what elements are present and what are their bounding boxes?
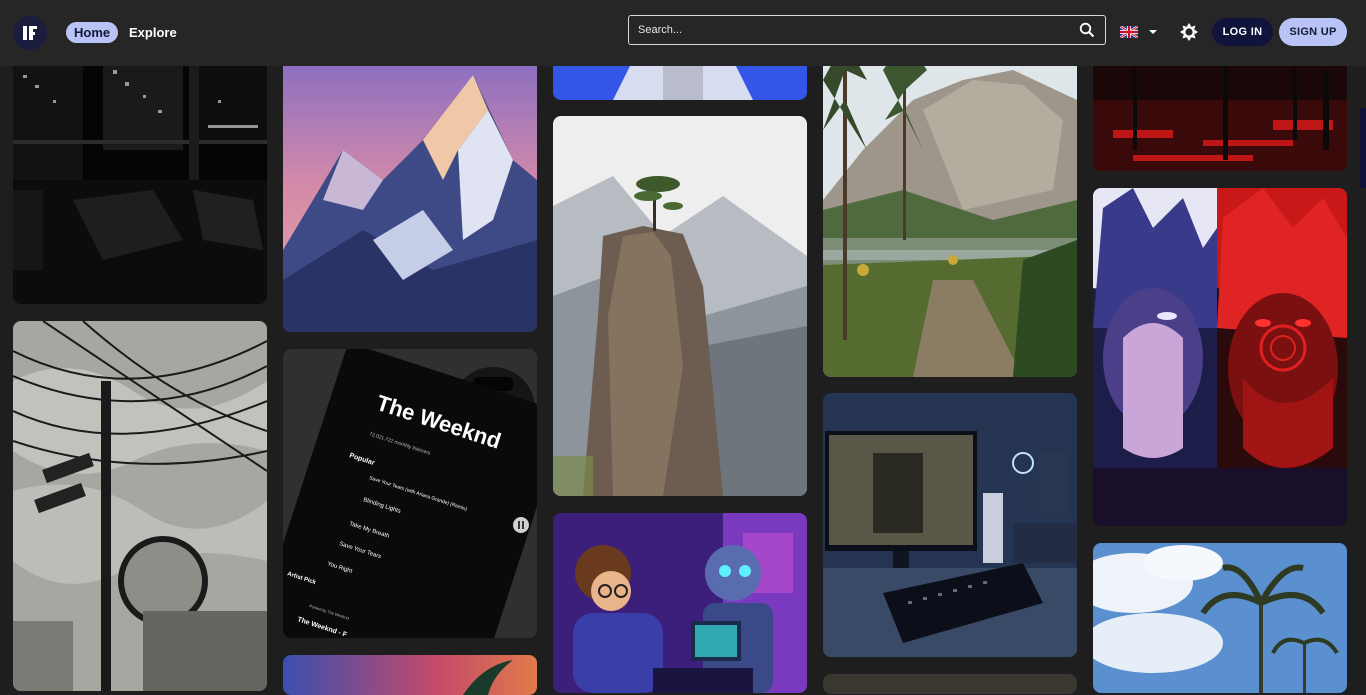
pin-palm-sunset[interactable]	[283, 655, 537, 695]
logo-icon[interactable]	[13, 16, 47, 50]
nav-explore-link[interactable]: Explore	[129, 22, 177, 43]
pin-col4-next[interactable]	[823, 674, 1077, 694]
search-box[interactable]	[628, 15, 1106, 45]
search-icon[interactable]	[1079, 22, 1095, 38]
scrollbar-accent	[1360, 108, 1366, 188]
uk-flag-icon[interactable]	[1120, 26, 1138, 38]
chevron-down-icon[interactable]	[1148, 29, 1158, 35]
theme-toggle-icon[interactable]	[1179, 22, 1199, 42]
pin-power-lines[interactable]	[13, 321, 267, 691]
top-navbar: Home Explore LOG IN SIGN UP	[0, 0, 1366, 66]
pin-boy-robot[interactable]	[553, 513, 807, 693]
login-button[interactable]: LOG IN	[1212, 18, 1273, 46]
pin-city-night[interactable]	[13, 40, 267, 304]
pin-the-weeknd-spotify[interactable]: The Weeknd 72,021,722 monthly listeners …	[283, 349, 537, 638]
pin-snowy-mountain[interactable]	[283, 40, 537, 332]
signup-button[interactable]: SIGN UP	[1279, 18, 1347, 46]
search-input[interactable]	[629, 16, 1069, 44]
pin-mountain-lake[interactable]	[823, 40, 1077, 377]
pin-anime-characters[interactable]	[1093, 188, 1347, 526]
pin-palm-blue-sky[interactable]	[1093, 543, 1347, 693]
pin-rock-spire[interactable]	[553, 116, 807, 496]
nav-home-link[interactable]: Home	[66, 22, 119, 43]
pin-gaming-setup[interactable]	[823, 393, 1077, 657]
